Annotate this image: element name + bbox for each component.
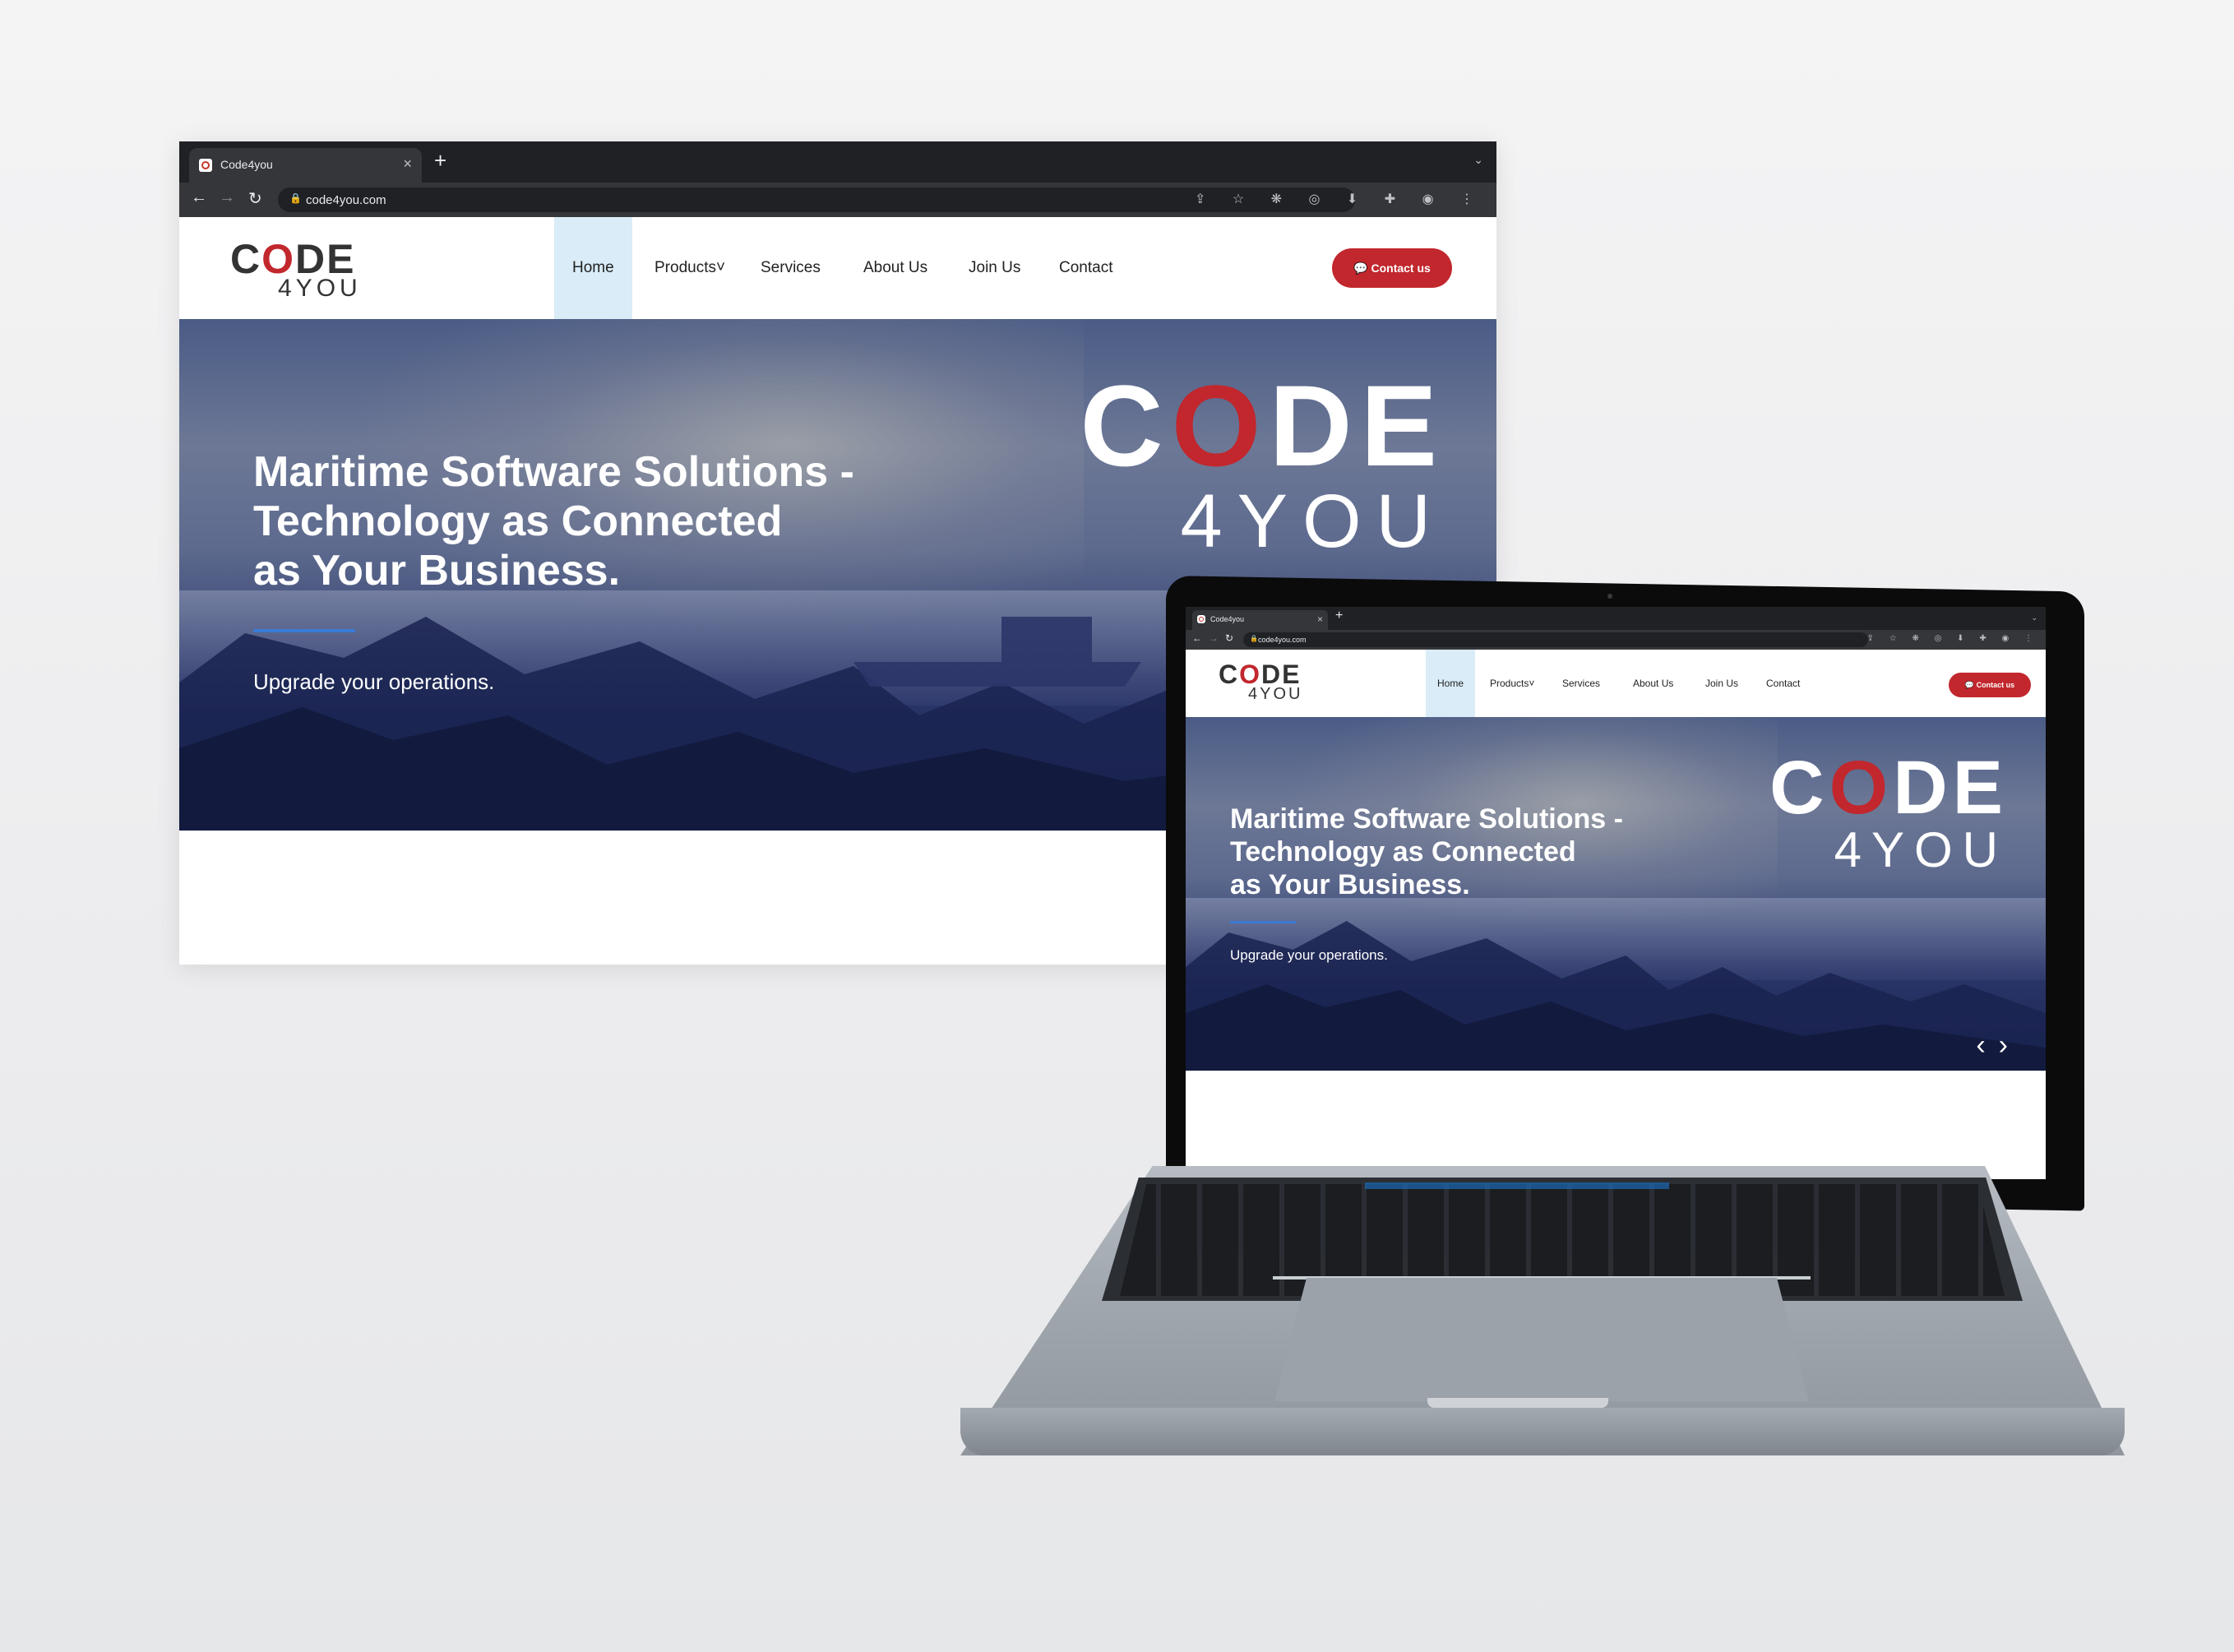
hero-subtitle: Upgrade your operations. — [253, 669, 495, 694]
hero-divider — [1230, 921, 1296, 923]
logo-subtext: 4YOU — [278, 275, 362, 302]
laptop-camera — [1607, 594, 1612, 599]
hero-headline-line: as Your Business. — [253, 547, 621, 595]
tab-strip: Code4you × + ⌄ — [179, 141, 1496, 183]
hero-subtitle: Upgrade your operations. — [1230, 947, 1388, 963]
tab-strip: Code4you × + ⌄ — [1186, 607, 2046, 630]
hero-headline-line: Maritime Software Solutions - — [1230, 803, 1623, 835]
nav-join[interactable]: Join Us — [969, 217, 1020, 319]
extension-icons[interactable]: ⇪ ☆ ❋ ◎ ⬇ ✚ ◉ ⋮ — [1195, 191, 1485, 207]
hero-divider — [253, 629, 355, 632]
url-text: code4you.com — [1258, 636, 1307, 644]
reload-button[interactable]: ↻ — [1225, 632, 1233, 644]
favicon-icon — [1197, 615, 1205, 623]
url-text: code4you.com — [306, 193, 386, 207]
hero-logo-text: O — [1171, 361, 1270, 490]
nav-services[interactable]: Services — [1562, 650, 1600, 717]
contact-us-button[interactable]: 💬 Contact us — [1332, 248, 1452, 288]
favicon-icon — [199, 159, 212, 172]
address-bar[interactable]: 🔒 code4you.com — [1243, 632, 1868, 647]
nav-home[interactable]: Home — [554, 217, 632, 319]
site-header: CODE 4YOU Home Products˅ Services About … — [1186, 650, 2046, 717]
touch-bar — [1365, 1182, 1669, 1189]
address-bar[interactable]: 🔒 code4you.com — [278, 187, 1355, 212]
nav-products-label: Products — [1490, 678, 1529, 689]
carousel-arrows: ‹› — [1976, 1030, 2021, 1062]
hero-headline: Maritime Software Solutions - Technology… — [1230, 803, 1658, 901]
nav-about[interactable]: About Us — [1633, 650, 1673, 717]
hero-logo-subtext: 4YOU — [1180, 479, 1445, 563]
browser-window-laptop: Code4you × + ⌄ ← → ↻ 🔒 code4you.com ⇪ ☆ … — [1186, 607, 2046, 1179]
hero-headline-line: Technology as Connected — [253, 497, 783, 545]
nav-products[interactable]: Products˅ — [654, 217, 725, 319]
chevron-down-icon: ˅ — [715, 259, 726, 276]
chevron-left-icon[interactable]: ‹ — [1976, 1030, 1998, 1061]
lock-icon: 🔒 — [1250, 635, 1258, 642]
nav-home[interactable]: Home — [1426, 650, 1476, 717]
site-header: CODE 4YOU Home Products˅ Services About … — [179, 217, 1496, 319]
nav-services[interactable]: Services — [761, 217, 821, 319]
tab-search-icon[interactable]: ⌄ — [2031, 613, 2037, 622]
site-logo[interactable]: CODE 4YOU — [230, 238, 378, 304]
hero-logo-text: DE — [1269, 361, 1445, 490]
hero-logo: CODE 4YOU — [1695, 750, 2024, 898]
nav-contact[interactable]: Contact — [1059, 217, 1112, 319]
extension-icons[interactable]: ⇪ ☆ ❋ ◎ ⬇ ✚ ◉ ⋮ — [1867, 634, 2039, 643]
logo-text: C — [230, 236, 262, 282]
hero-logo-subtext: 4YOU — [1834, 822, 2008, 877]
logo-text: C — [1219, 659, 1240, 689]
laptop-opening-notch — [1427, 1398, 1608, 1408]
hero-logo: CODE 4YOU — [1067, 368, 1478, 582]
tab-search-icon[interactable]: ⌄ — [1473, 153, 1483, 167]
nav-about[interactable]: About Us — [863, 217, 927, 319]
hero-logo-text: C — [1769, 746, 1829, 830]
hero-logo-text: O — [1829, 746, 1894, 830]
chevron-down-icon: ˅ — [1529, 678, 1535, 689]
hero-background-rocks — [1186, 921, 2046, 1071]
hero-headline-line: Maritime Software Solutions - — [253, 448, 854, 496]
new-tab-button[interactable]: + — [434, 148, 446, 174]
tab-title: Code4you — [220, 158, 273, 171]
nav-join[interactable]: Join Us — [1705, 650, 1738, 717]
back-button[interactable]: ← — [191, 188, 207, 207]
tab-title: Code4you — [1210, 615, 1245, 623]
close-tab-icon[interactable]: × — [1317, 613, 1323, 625]
reload-button[interactable]: ↻ — [248, 188, 262, 209]
forward-button[interactable]: → — [1209, 632, 1219, 644]
hero-headline-line: as Your Business. — [1230, 869, 1470, 900]
hero-headline-line: Technology as Connected — [1230, 836, 1576, 868]
chevron-right-icon[interactable]: › — [1999, 1030, 2021, 1061]
lock-icon: 🔒 — [289, 192, 302, 204]
hero-logo-text: DE — [1893, 746, 2008, 830]
hero-headline: Maritime Software Solutions - Technology… — [253, 447, 878, 595]
browser-tab[interactable]: Code4you × — [1192, 610, 1328, 630]
browser-toolbar: ← → ↻ 🔒 code4you.com ⇪ ☆ ❋ ◎ ⬇ ✚ ◉ ⋮ — [1186, 630, 2046, 650]
logo-subtext: 4YOU — [1248, 685, 1303, 703]
forward-button[interactable]: → — [219, 188, 235, 207]
trackpad — [1274, 1278, 1809, 1401]
browser-tab[interactable]: Code4you × — [189, 148, 422, 183]
close-tab-icon[interactable]: × — [403, 155, 412, 173]
nav-products[interactable]: Products˅ — [1490, 650, 1534, 717]
hero-banner: Maritime Software Solutions - Technology… — [1186, 717, 2046, 1071]
contact-us-button[interactable]: 💬 Contact us — [1949, 673, 2031, 697]
browser-toolbar: ← → ↻ 🔒 code4you.com ⇪ ☆ ❋ ◎ ⬇ ✚ ◉ ⋮ — [179, 183, 1496, 217]
nav-products-label: Products — [654, 259, 716, 276]
hero-logo-text: C — [1080, 361, 1172, 490]
back-button[interactable]: ← — [1192, 632, 1202, 644]
laptop-base-edge — [960, 1408, 2125, 1455]
new-tab-button[interactable]: + — [1335, 609, 1343, 623]
nav-contact[interactable]: Contact — [1766, 650, 1800, 717]
